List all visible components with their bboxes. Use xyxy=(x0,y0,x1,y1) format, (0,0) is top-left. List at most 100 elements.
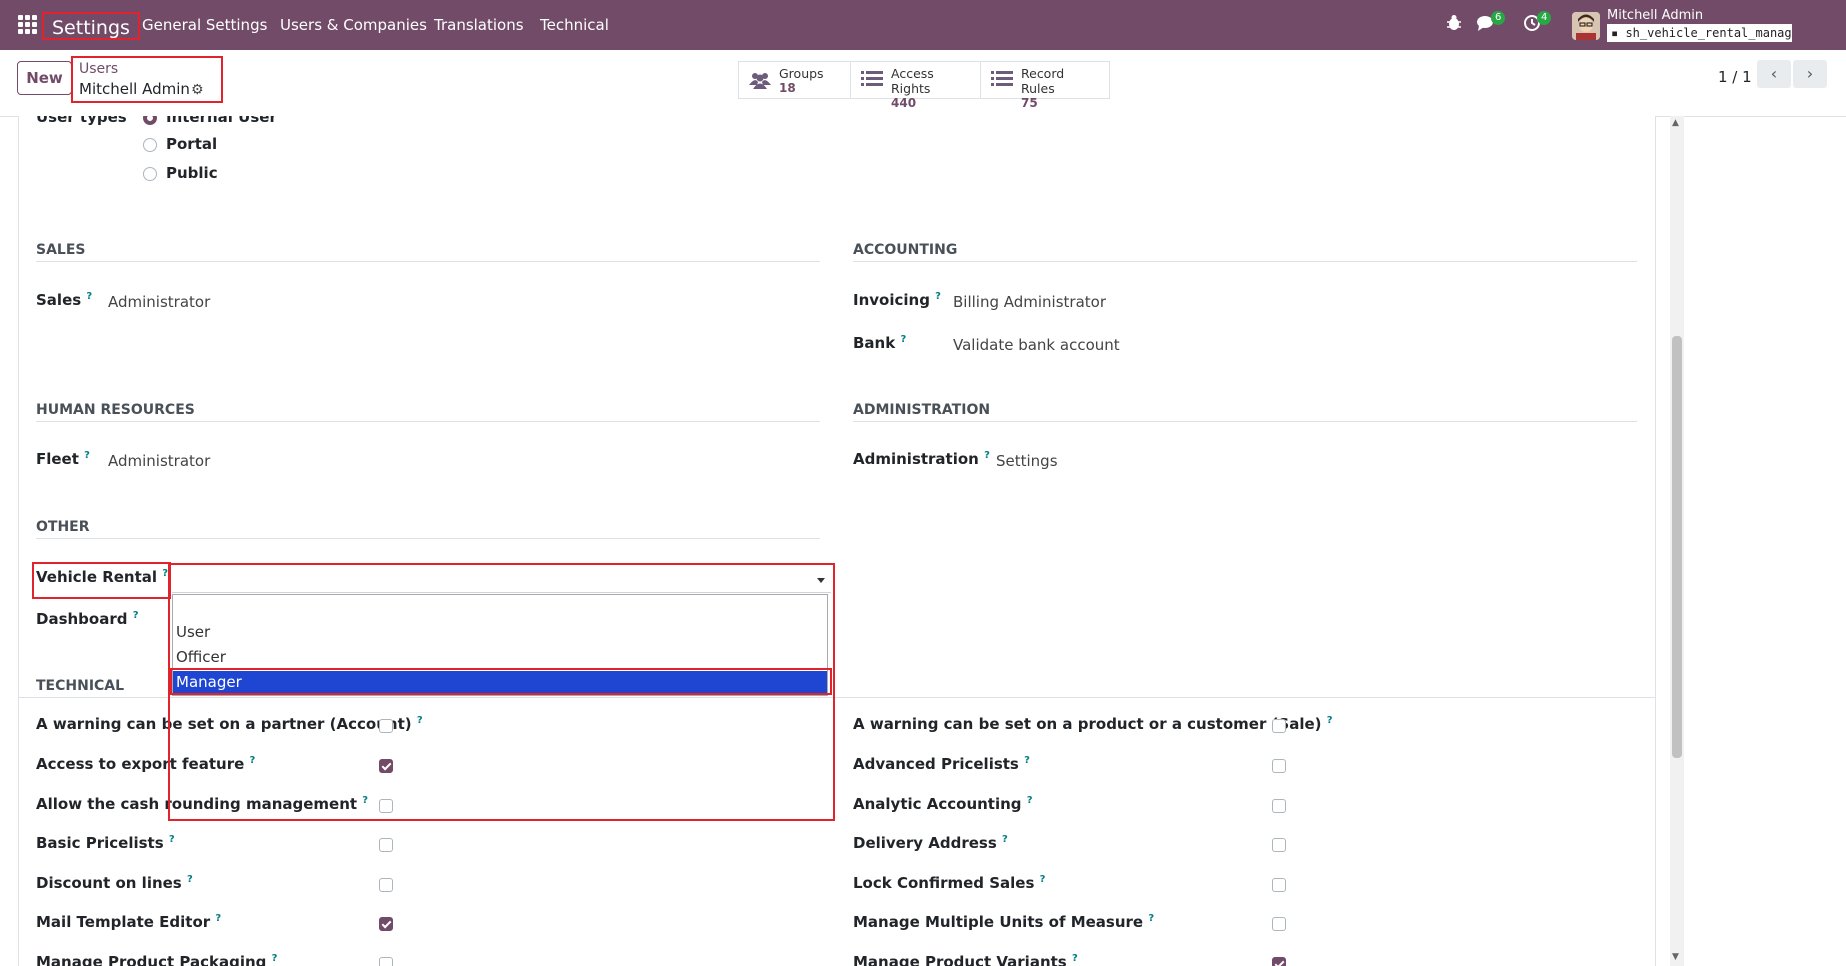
record-rules-label: Record Rules xyxy=(1021,66,1065,96)
access-rights-button[interactable]: Access Rights 440 xyxy=(851,62,981,110)
tech-left-text-4: Discount on lines xyxy=(36,874,182,892)
tech-right-text-6: Manage Product Variants xyxy=(853,953,1067,966)
fleet-value[interactable]: Administrator xyxy=(108,452,210,470)
option-portal[interactable]: Portal xyxy=(166,135,217,153)
record-rules-button[interactable]: Record Rules 75 xyxy=(981,62,1109,110)
help-icon[interactable]: ? xyxy=(169,834,175,845)
radio-public[interactable] xyxy=(143,167,157,181)
gear-icon[interactable]: ⚙ xyxy=(191,82,204,98)
help-icon[interactable]: ? xyxy=(187,874,193,885)
help-icon[interactable]: ? xyxy=(1024,755,1030,766)
chat-badge: 6 xyxy=(1491,11,1506,25)
menu-technical[interactable]: Technical xyxy=(540,16,609,34)
database-name: ▪ sh_vehicle_rental_manage… xyxy=(1607,24,1792,42)
breadcrumb-users[interactable]: Users xyxy=(79,61,118,77)
fleet-label: Fleet ? xyxy=(36,450,90,468)
section-other: OTHER xyxy=(36,519,90,535)
help-icon[interactable]: ? xyxy=(984,450,990,461)
divider xyxy=(36,538,820,539)
pager-previous-icon[interactable]: ‹ xyxy=(1757,60,1791,88)
tech-left-label-4: Discount on lines ? xyxy=(36,874,193,892)
help-icon[interactable]: ? xyxy=(1040,874,1046,885)
user-types-label: User types xyxy=(36,116,127,126)
administration-value[interactable]: Settings xyxy=(996,452,1058,470)
invoicing-label: Invoicing ? xyxy=(853,291,941,309)
option-internal-user[interactable]: Internal User xyxy=(166,116,277,126)
help-icon[interactable]: ? xyxy=(1148,913,1154,924)
help-icon[interactable]: ? xyxy=(1327,715,1333,726)
pager-value[interactable]: 1 / 1 xyxy=(1718,68,1752,86)
scroll-thumb[interactable] xyxy=(1672,336,1682,758)
help-icon[interactable]: ? xyxy=(1002,834,1008,845)
tech-right-text-3: Delivery Address xyxy=(853,834,997,852)
option-public[interactable]: Public xyxy=(166,164,218,182)
divider xyxy=(36,421,820,422)
menu-general-settings[interactable]: General Settings xyxy=(142,16,267,34)
tech-right-label-1: Advanced Pricelists ? xyxy=(853,755,1030,773)
user-name[interactable]: Mitchell Admin xyxy=(1607,8,1703,23)
user-avatar[interactable] xyxy=(1572,12,1600,40)
bank-value[interactable]: Validate bank account xyxy=(953,336,1120,354)
chat-icon[interactable]: 6 xyxy=(1476,11,1506,36)
activity-badge: 4 xyxy=(1537,11,1552,25)
checkbox-analytic-accounting[interactable] xyxy=(1272,799,1286,813)
menu-users-companies[interactable]: Users & Companies xyxy=(280,16,427,34)
form-scrollbar[interactable]: ▲ ▼ xyxy=(1670,116,1684,966)
database-label: sh_vehicle_rental_manage… xyxy=(1625,26,1792,40)
dashboard-label: Dashboard ? xyxy=(36,610,139,628)
section-accounting: ACCOUNTING xyxy=(853,242,958,258)
checkbox-basic-pricelists[interactable] xyxy=(379,838,393,852)
help-icon[interactable]: ? xyxy=(1027,795,1033,806)
dropdown-option-user[interactable]: User xyxy=(173,621,827,643)
help-icon[interactable]: ? xyxy=(84,450,90,461)
checkbox-warning-product[interactable] xyxy=(1272,719,1286,733)
debug-bug-icon[interactable] xyxy=(1446,14,1462,36)
app-grid-icon[interactable] xyxy=(18,15,38,35)
radio-portal[interactable] xyxy=(143,138,157,152)
scroll-up-icon[interactable]: ▲ xyxy=(1672,118,1679,128)
checkbox-lock-confirmed-sales[interactable] xyxy=(1272,878,1286,892)
divider xyxy=(853,261,1637,262)
pager-next-icon[interactable]: › xyxy=(1793,60,1827,88)
menu-translations[interactable]: Translations xyxy=(434,16,524,34)
tech-right-label-4: Lock Confirmed Sales ? xyxy=(853,874,1045,892)
invoicing-label-text: Invoicing xyxy=(853,291,930,309)
section-sales: SALES xyxy=(36,242,86,258)
checkbox-discount-lines[interactable] xyxy=(379,878,393,892)
groups-button[interactable]: Groups 18 xyxy=(739,62,851,98)
help-icon[interactable]: ? xyxy=(900,334,906,345)
chevron-down-icon[interactable] xyxy=(817,578,825,583)
help-icon[interactable]: ? xyxy=(133,610,139,621)
tech-right-label-0: A warning can be set on a product or a c… xyxy=(853,715,1333,733)
database-icon: ▪ xyxy=(1611,26,1626,40)
tech-right-label-3: Delivery Address ? xyxy=(853,834,1008,852)
administration-label: Administration ? xyxy=(853,450,990,468)
dropdown-option-officer[interactable]: Officer xyxy=(173,646,827,668)
radio-internal-user[interactable] xyxy=(143,116,157,125)
checkbox-delivery-address[interactable] xyxy=(1272,838,1286,852)
checkbox-product-packaging[interactable] xyxy=(379,957,393,966)
record-rules-count: 75 xyxy=(1021,96,1038,110)
fleet-label-text: Fleet xyxy=(36,450,79,468)
annotation-highlight xyxy=(170,668,832,695)
checkbox-multiple-uom[interactable] xyxy=(1272,917,1286,931)
help-icon[interactable]: ? xyxy=(86,291,92,302)
activity-clock-icon[interactable]: 4 xyxy=(1523,11,1552,36)
help-icon[interactable]: ? xyxy=(935,291,941,302)
scroll-down-icon[interactable]: ▼ xyxy=(1672,952,1679,962)
sales-value[interactable]: Administrator xyxy=(108,293,210,311)
bank-label: Bank ? xyxy=(853,334,906,352)
checkbox-advanced-pricelists[interactable] xyxy=(1272,759,1286,773)
tech-left-label-3: Basic Pricelists ? xyxy=(36,834,175,852)
invoicing-value[interactable]: Billing Administrator xyxy=(953,293,1106,311)
new-button[interactable]: New xyxy=(17,61,72,95)
app-title[interactable]: Settings xyxy=(42,12,140,40)
checkbox-mail-template[interactable] xyxy=(379,917,393,931)
help-icon[interactable]: ? xyxy=(215,913,221,924)
checkbox-product-variants[interactable] xyxy=(1272,957,1286,966)
administration-label-text: Administration xyxy=(853,450,979,468)
help-icon[interactable]: ? xyxy=(272,953,278,964)
vehicle-rental-select[interactable] xyxy=(172,567,831,593)
help-icon[interactable]: ? xyxy=(1072,953,1078,964)
vehicle-rental-label-text: Vehicle Rental xyxy=(36,568,158,586)
